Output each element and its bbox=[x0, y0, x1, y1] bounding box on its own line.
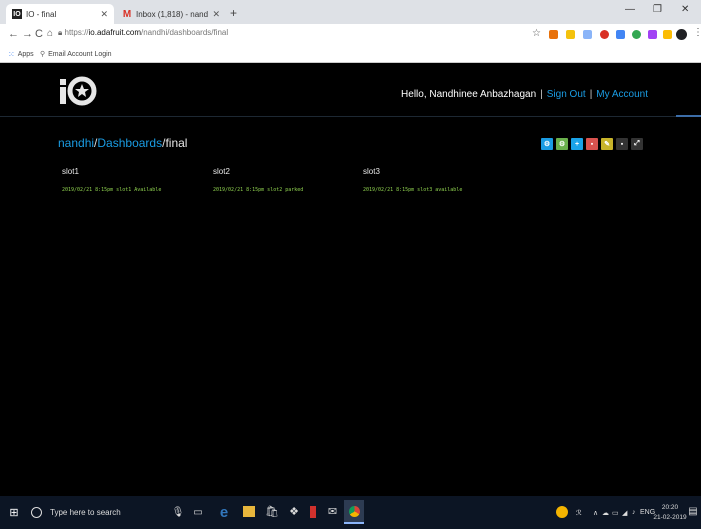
dashboard-page: Hello, Nandhinee Anbazhagan | Sign Out | My … bbox=[0, 64, 701, 496]
stream-entry: 2019/02/21 8:15pm slot1 Available bbox=[62, 187, 162, 193]
show-hidden-icons[interactable]: ∧ bbox=[593, 509, 598, 517]
people-icon[interactable]: ℛ bbox=[576, 509, 582, 517]
settings-icon[interactable]: ⚙ bbox=[556, 138, 568, 150]
greeting-text: Hello, Nandhinee Anbazhagan bbox=[401, 89, 537, 100]
my-account-link[interactable]: My Account bbox=[596, 89, 648, 100]
gear-icon[interactable]: ⚙ bbox=[541, 138, 553, 150]
delete-icon[interactable]: ▪ bbox=[586, 138, 598, 150]
clock-time: 20:20 bbox=[661, 504, 679, 511]
apps-grid-icon: ⁙ bbox=[8, 50, 15, 59]
extension-icon[interactable] bbox=[549, 30, 558, 39]
extension-icon[interactable] bbox=[663, 30, 672, 39]
clock-date: 21-02-2019 bbox=[653, 514, 687, 521]
dashboard-toolbar: ⚙ ⚙ + ▪ ✎ ▪ ⤢ bbox=[541, 138, 643, 150]
new-tab-icon[interactable]: + bbox=[230, 6, 237, 20]
separator: | bbox=[589, 89, 593, 100]
add-icon[interactable]: + bbox=[571, 138, 583, 150]
breadcrumb-current: final bbox=[165, 136, 188, 150]
app-icon[interactable] bbox=[310, 506, 316, 518]
search-icon: ⚲ bbox=[40, 51, 46, 58]
menu-icon[interactable]: ⋮ bbox=[693, 27, 701, 38]
tab-title: IO - final bbox=[26, 9, 57, 19]
extension-icon[interactable] bbox=[566, 30, 575, 39]
account-greeting: Hello, Nandhinee Anbazhagan | Sign Out | My … bbox=[401, 89, 648, 100]
edge-icon[interactable]: e bbox=[217, 504, 231, 521]
profile-avatar[interactable] bbox=[676, 29, 687, 40]
io-favicon-icon: IO bbox=[12, 9, 22, 19]
header-divider bbox=[0, 116, 701, 117]
extension-icon[interactable] bbox=[583, 30, 592, 39]
minimize-icon[interactable]: — bbox=[625, 4, 635, 15]
file-explorer-icon[interactable] bbox=[243, 506, 255, 517]
header-divider-accent bbox=[676, 115, 701, 117]
adafruit-io-logo[interactable] bbox=[58, 76, 102, 106]
bookmark-email-login[interactable]: ⚲ Email Account Login bbox=[40, 50, 112, 59]
back-icon[interactable]: ← bbox=[8, 28, 19, 40]
breadcrumb: nandhi/Dashboards/final bbox=[58, 136, 187, 150]
extension-icon[interactable] bbox=[616, 30, 625, 39]
onedrive-icon[interactable]: ☁ bbox=[602, 509, 609, 517]
bookmark-label: Apps bbox=[17, 51, 34, 58]
maximize-icon[interactable]: ❐ bbox=[653, 4, 662, 15]
taskbar-clock[interactable]: 20:20 21-02-2019 bbox=[651, 503, 689, 523]
bookmarks-bar: ⁙ Apps ⚲ Email Account Login bbox=[0, 46, 701, 63]
block-title: slot2 bbox=[213, 167, 230, 176]
separator: | bbox=[540, 89, 543, 100]
volume-icon[interactable]: ♪ bbox=[632, 509, 636, 516]
network-icon[interactable]: ◢ bbox=[622, 509, 627, 517]
dropbox-icon[interactable]: ❖ bbox=[288, 505, 300, 518]
windows-start-icon[interactable]: ⊞ bbox=[8, 506, 20, 519]
block-title: slot1 bbox=[62, 167, 79, 176]
lock-icon: 🔒︎ bbox=[58, 28, 63, 37]
key-icon[interactable]: ✎ bbox=[601, 138, 613, 150]
block-slot3[interactable]: slot3 2019/02/21 8:15pm slot3 available bbox=[363, 167, 462, 193]
browser-tab-bar: IO IO - final ✕ M Inbox (1,818) - nandhi… bbox=[0, 0, 701, 24]
home-icon[interactable]: ⌂ bbox=[47, 28, 53, 39]
block-slot2[interactable]: slot2 2019/02/21 8:15pm slot2 parked bbox=[213, 167, 303, 193]
cortana-icon bbox=[31, 507, 42, 518]
block-slot1[interactable]: slot1 2019/02/21 8:15pm slot1 Available bbox=[62, 167, 161, 193]
forward-icon[interactable]: → bbox=[22, 28, 33, 40]
address-bar[interactable]: 🔒︎ https://io.adafruit.com/nandhi/dashbo… bbox=[58, 28, 228, 38]
gmail-icon: M bbox=[122, 8, 132, 20]
url-domain: io.adafruit.com bbox=[88, 28, 141, 37]
chrome-icon bbox=[348, 505, 360, 517]
tab-title: Inbox (1,818) - nandhineeanbaz bbox=[136, 9, 209, 19]
mail-icon[interactable]: ✉ bbox=[326, 506, 339, 518]
close-tab-icon[interactable]: ✕ bbox=[212, 9, 220, 20]
stream-entry: 2019/02/21 8:15pm slot2 parked bbox=[213, 187, 304, 193]
expand-icon[interactable]: ⤢ bbox=[631, 138, 643, 150]
search-placeholder: Type here to search bbox=[50, 508, 121, 517]
battery-icon[interactable]: ▭ bbox=[612, 509, 619, 517]
notifications-icon[interactable]: ▤ bbox=[688, 505, 698, 518]
extension-icon[interactable] bbox=[648, 30, 657, 39]
sign-out-link[interactable]: Sign Out bbox=[547, 89, 586, 100]
breadcrumb-dashboards[interactable]: Dashboards bbox=[97, 136, 162, 150]
microphone-icon[interactable]: 🎙︎ bbox=[172, 506, 185, 518]
bookmark-star-icon[interactable]: ☆ bbox=[532, 28, 541, 39]
task-view-icon[interactable]: ▭ bbox=[192, 506, 204, 518]
bookmark-apps[interactable]: ⁙ Apps bbox=[8, 50, 34, 59]
site-header: Hello, Nandhinee Anbazhagan | Sign Out | My … bbox=[0, 64, 701, 116]
chrome-taskbar-button[interactable] bbox=[344, 500, 364, 524]
breadcrumb-user[interactable]: nandhi bbox=[58, 136, 94, 150]
url-protocol: https:// bbox=[64, 28, 89, 37]
store-icon[interactable]: 🛍︎ bbox=[265, 505, 279, 518]
lock-icon[interactable]: ▪ bbox=[616, 138, 628, 150]
stream-entry: 2019/02/21 8:15pm slot3 available bbox=[363, 187, 463, 193]
extension-icon[interactable] bbox=[600, 30, 609, 39]
taskbar-search[interactable]: Type here to search bbox=[31, 502, 171, 523]
bookmark-label: Email Account Login bbox=[48, 50, 112, 58]
url-path: /nandhi/dashboards/final bbox=[140, 28, 229, 37]
reload-icon[interactable]: C bbox=[35, 28, 43, 40]
block-title: slot3 bbox=[363, 167, 380, 176]
tab-io-final[interactable]: IO IO - final ✕ bbox=[6, 4, 114, 24]
tab-inbox[interactable]: M Inbox (1,818) - nandhineeanbaz ✕ bbox=[116, 4, 226, 24]
chrome-tray-icon[interactable] bbox=[556, 506, 568, 518]
close-tab-icon[interactable]: ✕ bbox=[100, 9, 108, 20]
extension-icon[interactable] bbox=[632, 30, 641, 39]
close-window-icon[interactable]: ✕ bbox=[681, 4, 689, 15]
